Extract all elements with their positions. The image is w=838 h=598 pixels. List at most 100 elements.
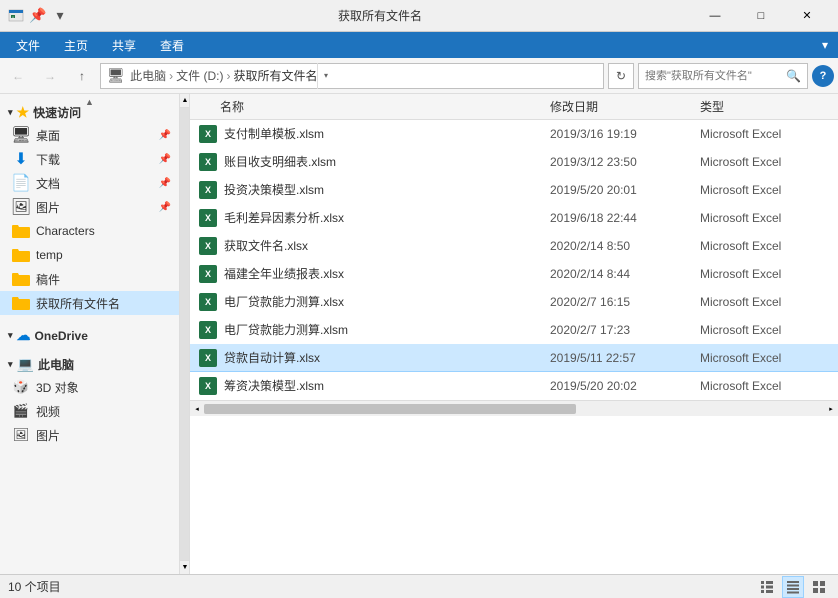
ribbon-tab-home[interactable]: 主页 (52, 33, 100, 58)
search-icon[interactable]: 🔍 (786, 69, 801, 83)
sidebar-item-download[interactable]: ⬇ 下载 📌 (0, 147, 179, 171)
file-type-9: Microsoft Excel (700, 379, 830, 393)
sidebar-item-gaojian[interactable]: 稿件 (0, 267, 179, 291)
breadcrumb-computer[interactable]: 🖥 此电脑 (107, 67, 166, 84)
column-header-type[interactable]: 类型 (700, 98, 830, 115)
app-icon: X (8, 8, 24, 24)
table-row[interactable]: X 福建全年业绩报表.xlsx 2020/2/14 8:44 Microsoft… (190, 260, 838, 288)
sidebar-item-documents[interactable]: 📄 文档 📌 (0, 171, 179, 195)
sidebar-label-documents: 文档 (36, 175, 60, 192)
sidebar-scroll-up-arrow[interactable]: ▲ (180, 94, 190, 108)
breadcrumb-label-computer: 此电脑 (130, 69, 166, 83)
table-row[interactable]: X 账目收支明细表.xlsm 2019/3/12 23:50 Microsoft… (190, 148, 838, 176)
ribbon-tab-view[interactable]: 查看 (148, 33, 196, 58)
file-type-7: Microsoft Excel (700, 323, 830, 337)
breadcrumb-sep-2: › (226, 69, 230, 83)
sidebar-scroll-down-arrow[interactable]: ▼ (180, 560, 190, 574)
sidebar-scroll-up[interactable]: ▲ (0, 94, 179, 110)
file-type-1: Microsoft Excel (700, 155, 830, 169)
file-type-4: Microsoft Excel (700, 239, 830, 253)
view-buttons (756, 576, 830, 598)
sidebar-item-characters[interactable]: Characters (0, 219, 179, 243)
breadcrumb-drive[interactable]: 文件 (D:) (176, 67, 223, 84)
statusbar: 10 个项目 (0, 574, 838, 598)
column-header-date[interactable]: 修改日期 (550, 98, 700, 115)
window-controls: — □ ✕ (692, 0, 830, 32)
refresh-button[interactable]: ↻ (608, 63, 634, 89)
address-dropdown[interactable]: ▾ (317, 63, 333, 89)
ribbon-tab-file[interactable]: 文件 (4, 33, 52, 58)
folder-characters-icon (12, 222, 30, 240)
sidebar-item-video[interactable]: 🎬 视频 (0, 399, 179, 423)
sidebar-label-pictures: 图片 (36, 199, 60, 216)
onedrive-header[interactable]: ▾ ☁ OneDrive (0, 321, 179, 346)
excel-icon-6: X (198, 292, 218, 312)
pin-download-icon: 📌 (159, 154, 171, 165)
table-row[interactable]: X 贷款自动计算.xlsx 2019/5/11 22:57 Microsoft … (190, 344, 838, 372)
view-list-button[interactable] (756, 576, 778, 598)
pin-icon[interactable]: 📌 (30, 8, 46, 24)
address-box[interactable]: 🖥 此电脑 › 文件 (D:) › 获取所有文件名 ▾ (100, 63, 604, 89)
maximize-button[interactable]: □ (738, 0, 784, 32)
search-input[interactable] (645, 70, 782, 82)
breadcrumb-sep-1: › (169, 69, 173, 83)
main-content: ▲ ▾ ★ 快速访问 🖥 桌面 📌 ⬇ 下载 📌 📄 文档 📌 🖼 图片 📌 (0, 94, 838, 574)
forward-button[interactable]: → (36, 62, 64, 90)
video-icon: 🎬 (12, 402, 30, 420)
table-row[interactable]: X 获取文件名.xlsx 2020/2/14 8:50 Microsoft Ex… (190, 232, 838, 260)
ribbon-collapse[interactable]: ▾ (816, 38, 834, 52)
table-row[interactable]: X 电厂贷款能力测算.xlsx 2020/2/7 16:15 Microsoft… (190, 288, 838, 316)
file-name-6: 电厂贷款能力测算.xlsx (224, 293, 550, 310)
file-date-5: 2020/2/14 8:44 (550, 267, 700, 281)
documents-icon: 📄 (12, 174, 30, 192)
sidebar-item-desktop[interactable]: 🖥 桌面 📌 (0, 123, 179, 147)
hscroll-left-arrow[interactable]: ◂ (190, 401, 204, 417)
close-button[interactable]: ✕ (784, 0, 830, 32)
minimize-button[interactable]: — (692, 0, 738, 32)
sidebar-item-pictures[interactable]: 🖼 图片 📌 (0, 195, 179, 219)
hscroll-track[interactable] (204, 404, 824, 414)
sidebar-item-picture2[interactable]: 🖼 图片 (0, 423, 179, 447)
ribbon-tab-share[interactable]: 共享 (100, 33, 148, 58)
addressbar: ← → ↑ 🖥 此电脑 › 文件 (D:) › 获取所有文件名 ▾ ↻ 🔍 ? (0, 58, 838, 94)
up-button[interactable]: ↑ (68, 62, 96, 90)
file-date-4: 2020/2/14 8:50 (550, 239, 700, 253)
excel-icon-2: X (198, 180, 218, 200)
sidebar: ▲ ▾ ★ 快速访问 🖥 桌面 📌 ⬇ 下载 📌 📄 文档 📌 🖼 图片 📌 (0, 94, 180, 574)
table-row[interactable]: X 电厂贷款能力测算.xlsm 2020/2/7 17:23 Microsoft… (190, 316, 838, 344)
file-name-4: 获取文件名.xlsx (224, 237, 550, 254)
excel-icon-9: X (198, 376, 218, 396)
column-header-name[interactable]: 名称 (220, 98, 550, 115)
file-date-6: 2020/2/7 16:15 (550, 295, 700, 309)
sidebar-item-getfilename[interactable]: 获取所有文件名 (0, 291, 179, 315)
item-count: 10 个项目 (8, 578, 61, 595)
excel-icon-4: X (198, 236, 218, 256)
folder-getfilename-icon (12, 294, 30, 312)
sidebar-item-temp[interactable]: temp (0, 243, 179, 267)
file-type-8: Microsoft Excel (700, 351, 830, 365)
file-name-1: 账目收支明细表.xlsm (224, 153, 550, 170)
table-row[interactable]: X 毛利差异因素分析.xlsx 2019/6/18 22:44 Microsof… (190, 204, 838, 232)
computer-label: 此电脑 (38, 356, 74, 373)
file-date-1: 2019/3/12 23:50 (550, 155, 700, 169)
hscroll-right-arrow[interactable]: ▸ (824, 401, 838, 417)
folder-gaojian-icon (12, 270, 30, 288)
table-row[interactable]: X 投资决策模型.xlsm 2019/5/20 20:01 Microsoft … (190, 176, 838, 204)
back-button[interactable]: ← (4, 62, 32, 90)
file-name-8: 贷款自动计算.xlsx (224, 349, 550, 366)
horizontal-scrollbar[interactable]: ◂ ▸ (190, 400, 838, 416)
dropdown-icon[interactable]: ▾ (52, 8, 68, 24)
sidebar-item-3d[interactable]: 🎲 3D 对象 (0, 375, 179, 399)
table-row[interactable]: X 支付制单模板.xlsm 2019/3/16 19:19 Microsoft … (190, 120, 838, 148)
table-row[interactable]: X 筹资决策模型.xlsm 2019/5/20 20:02 Microsoft … (190, 372, 838, 400)
computer-header[interactable]: ▾ 💻 此电脑 (0, 350, 179, 375)
sidebar-label-download: 下载 (36, 151, 60, 168)
view-detail-button[interactable] (782, 576, 804, 598)
hscroll-thumb[interactable] (204, 404, 576, 414)
excel-icon-3: X (198, 208, 218, 228)
sidebar-label-video: 视频 (36, 403, 60, 420)
view-large-button[interactable] (808, 576, 830, 598)
file-date-2: 2019/5/20 20:01 (550, 183, 700, 197)
excel-icon-8: X (198, 348, 218, 368)
help-button[interactable]: ? (812, 65, 834, 87)
